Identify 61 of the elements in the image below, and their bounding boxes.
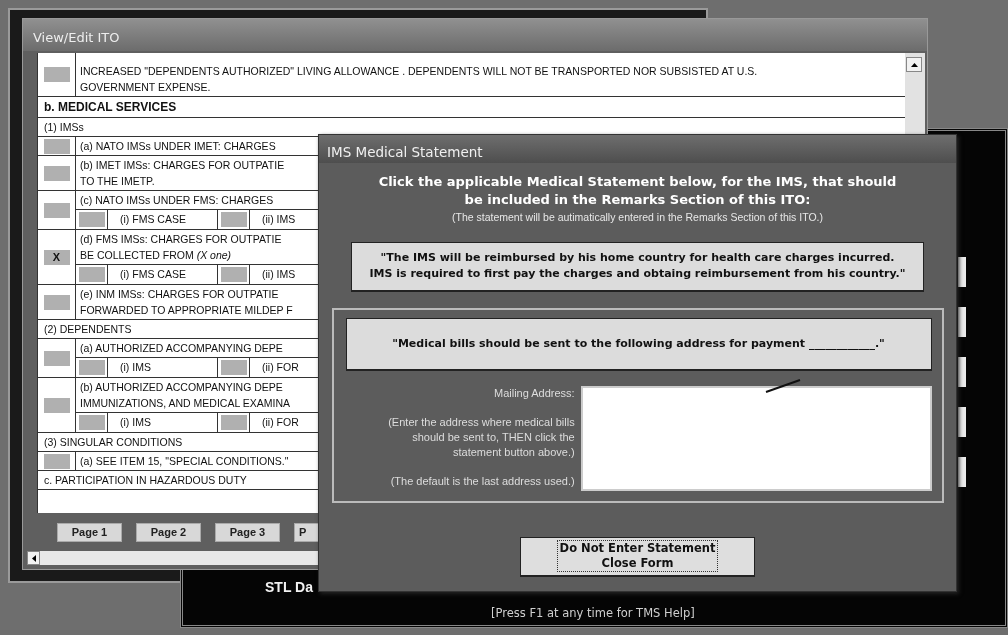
- section-label: (1) IMSs: [43, 120, 85, 135]
- checkbox[interactable]: [220, 360, 247, 375]
- instruction-note: (The statement will be autimatically entered in the Remarks Section of this ITO.): [452, 210, 823, 225]
- checkbox[interactable]: [43, 453, 70, 469]
- section-label: (3) SINGULAR CONDITIONS: [43, 435, 184, 450]
- checkbox[interactable]: X: [43, 249, 70, 265]
- page-button[interactable]: Page 2: [136, 522, 201, 542]
- scroll-left-button[interactable]: [27, 551, 40, 565]
- checkbox[interactable]: [220, 212, 247, 227]
- option-label: (i) FMS CASE: [108, 210, 218, 229]
- option-label: (i) FMS CASE: [108, 265, 218, 284]
- section-heading: b. MEDICAL SERVICES: [43, 99, 178, 116]
- statement-button[interactable]: "Medical bills should be sent to the following address for payment ____________.": [345, 317, 932, 371]
- checkbox[interactable]: [78, 360, 105, 375]
- help-text: [Press F1 at any time for TMS Help]: [491, 605, 695, 622]
- checkbox[interactable]: [43, 165, 70, 181]
- row-text: (a) NATO IMSs UNDER IMET: CHARGES: [79, 139, 277, 154]
- panel-button[interactable]: [958, 257, 966, 287]
- row-text: (b) IMET IMSs: CHARGES FOR OUTPATIE TO THE IMETP.: [79, 158, 286, 189]
- checkbox[interactable]: [43, 138, 70, 154]
- row-text: (c) NATO IMSs UNDER FMS: CHARGES: [79, 193, 275, 208]
- row-text: (a) AUTHORIZED ACCOMPANYING DEPE: [79, 341, 284, 356]
- row-text: INCREASED "DEPENDENTS AUTHORIZED" LIVING ALLOWANCE . DEPENDENTS WILL NOT BE TRANSPORTED NOR SUBSISTED AT U.S. GOVERNMENT EXPENSE.: [79, 64, 759, 95]
- address-field[interactable]: [580, 385, 932, 491]
- scroll-up-button[interactable]: [906, 57, 922, 72]
- up-arrow-icon: [910, 62, 918, 67]
- checkbox[interactable]: [43, 67, 70, 82]
- close-form-button[interactable]: Do Not Enter Statement Close Form: [520, 536, 755, 577]
- row-text: (b) AUTHORIZED ACCOMPANYING DEPE IMMUNIZATIONS, AND MEDICAL EXAMINA: [79, 380, 292, 411]
- row-text: (d) FMS IMSs: CHARGES FOR OUTPATIE BE COLLECTED FROM (X one): [79, 232, 283, 263]
- checkbox[interactable]: [43, 350, 70, 366]
- section-label: c. PARTICIPATION IN HAZARDOUS DUTY: [43, 473, 248, 488]
- checkbox[interactable]: [220, 267, 247, 282]
- row-text: (e) INM IMSs: CHARGES FOR OUTPATIE FORWARDED TO APPROPRIATE MILDEP F: [79, 287, 294, 318]
- panel-title: STL Da: [265, 578, 313, 597]
- field-label: Mailing Address:: [492, 385, 575, 401]
- page-button[interactable]: Page 1: [57, 522, 122, 542]
- panel-button[interactable]: [958, 407, 966, 437]
- checkbox[interactable]: [78, 415, 105, 430]
- checkbox[interactable]: [220, 415, 247, 430]
- panel-button[interactable]: [958, 307, 966, 337]
- left-arrow-icon: [31, 554, 36, 562]
- checkbox[interactable]: [78, 212, 105, 227]
- page-button[interactable]: Page 3: [215, 522, 280, 542]
- section-label: (2) DEPENDENTS: [43, 322, 133, 337]
- row-text: (a) SEE ITEM 15, "SPECIAL CONDITIONS.": [79, 454, 290, 469]
- option-label: (i) IMS: [108, 413, 218, 432]
- window-title: View/Edit ITO: [33, 30, 120, 45]
- leader-line: [764, 378, 801, 393]
- checkbox[interactable]: [43, 202, 70, 218]
- checkbox[interactable]: [43, 294, 70, 310]
- checkbox[interactable]: [43, 397, 70, 413]
- dialog-title: IMS Medical Statement: [327, 144, 483, 160]
- instruction-text: Click the applicable Medical Statement below, for the IMS, that should be included in the Remarks Section of this ITO:: [378, 173, 897, 209]
- hint-text: (Enter the address where medical bills should be sent to, THEN click the statement button above.): [387, 414, 575, 460]
- panel-button[interactable]: [958, 457, 966, 487]
- option-label: (i) IMS: [108, 358, 218, 377]
- statement-button[interactable]: "The IMS will be reimbursed by his home country for health care charges incurred. IMS is required to first pay the charges and obtaing reimbursement from his country.": [351, 241, 924, 292]
- panel-button[interactable]: [958, 357, 966, 387]
- hint-text: (The default is the last address used.): [389, 473, 575, 489]
- checkbox[interactable]: [78, 267, 105, 282]
